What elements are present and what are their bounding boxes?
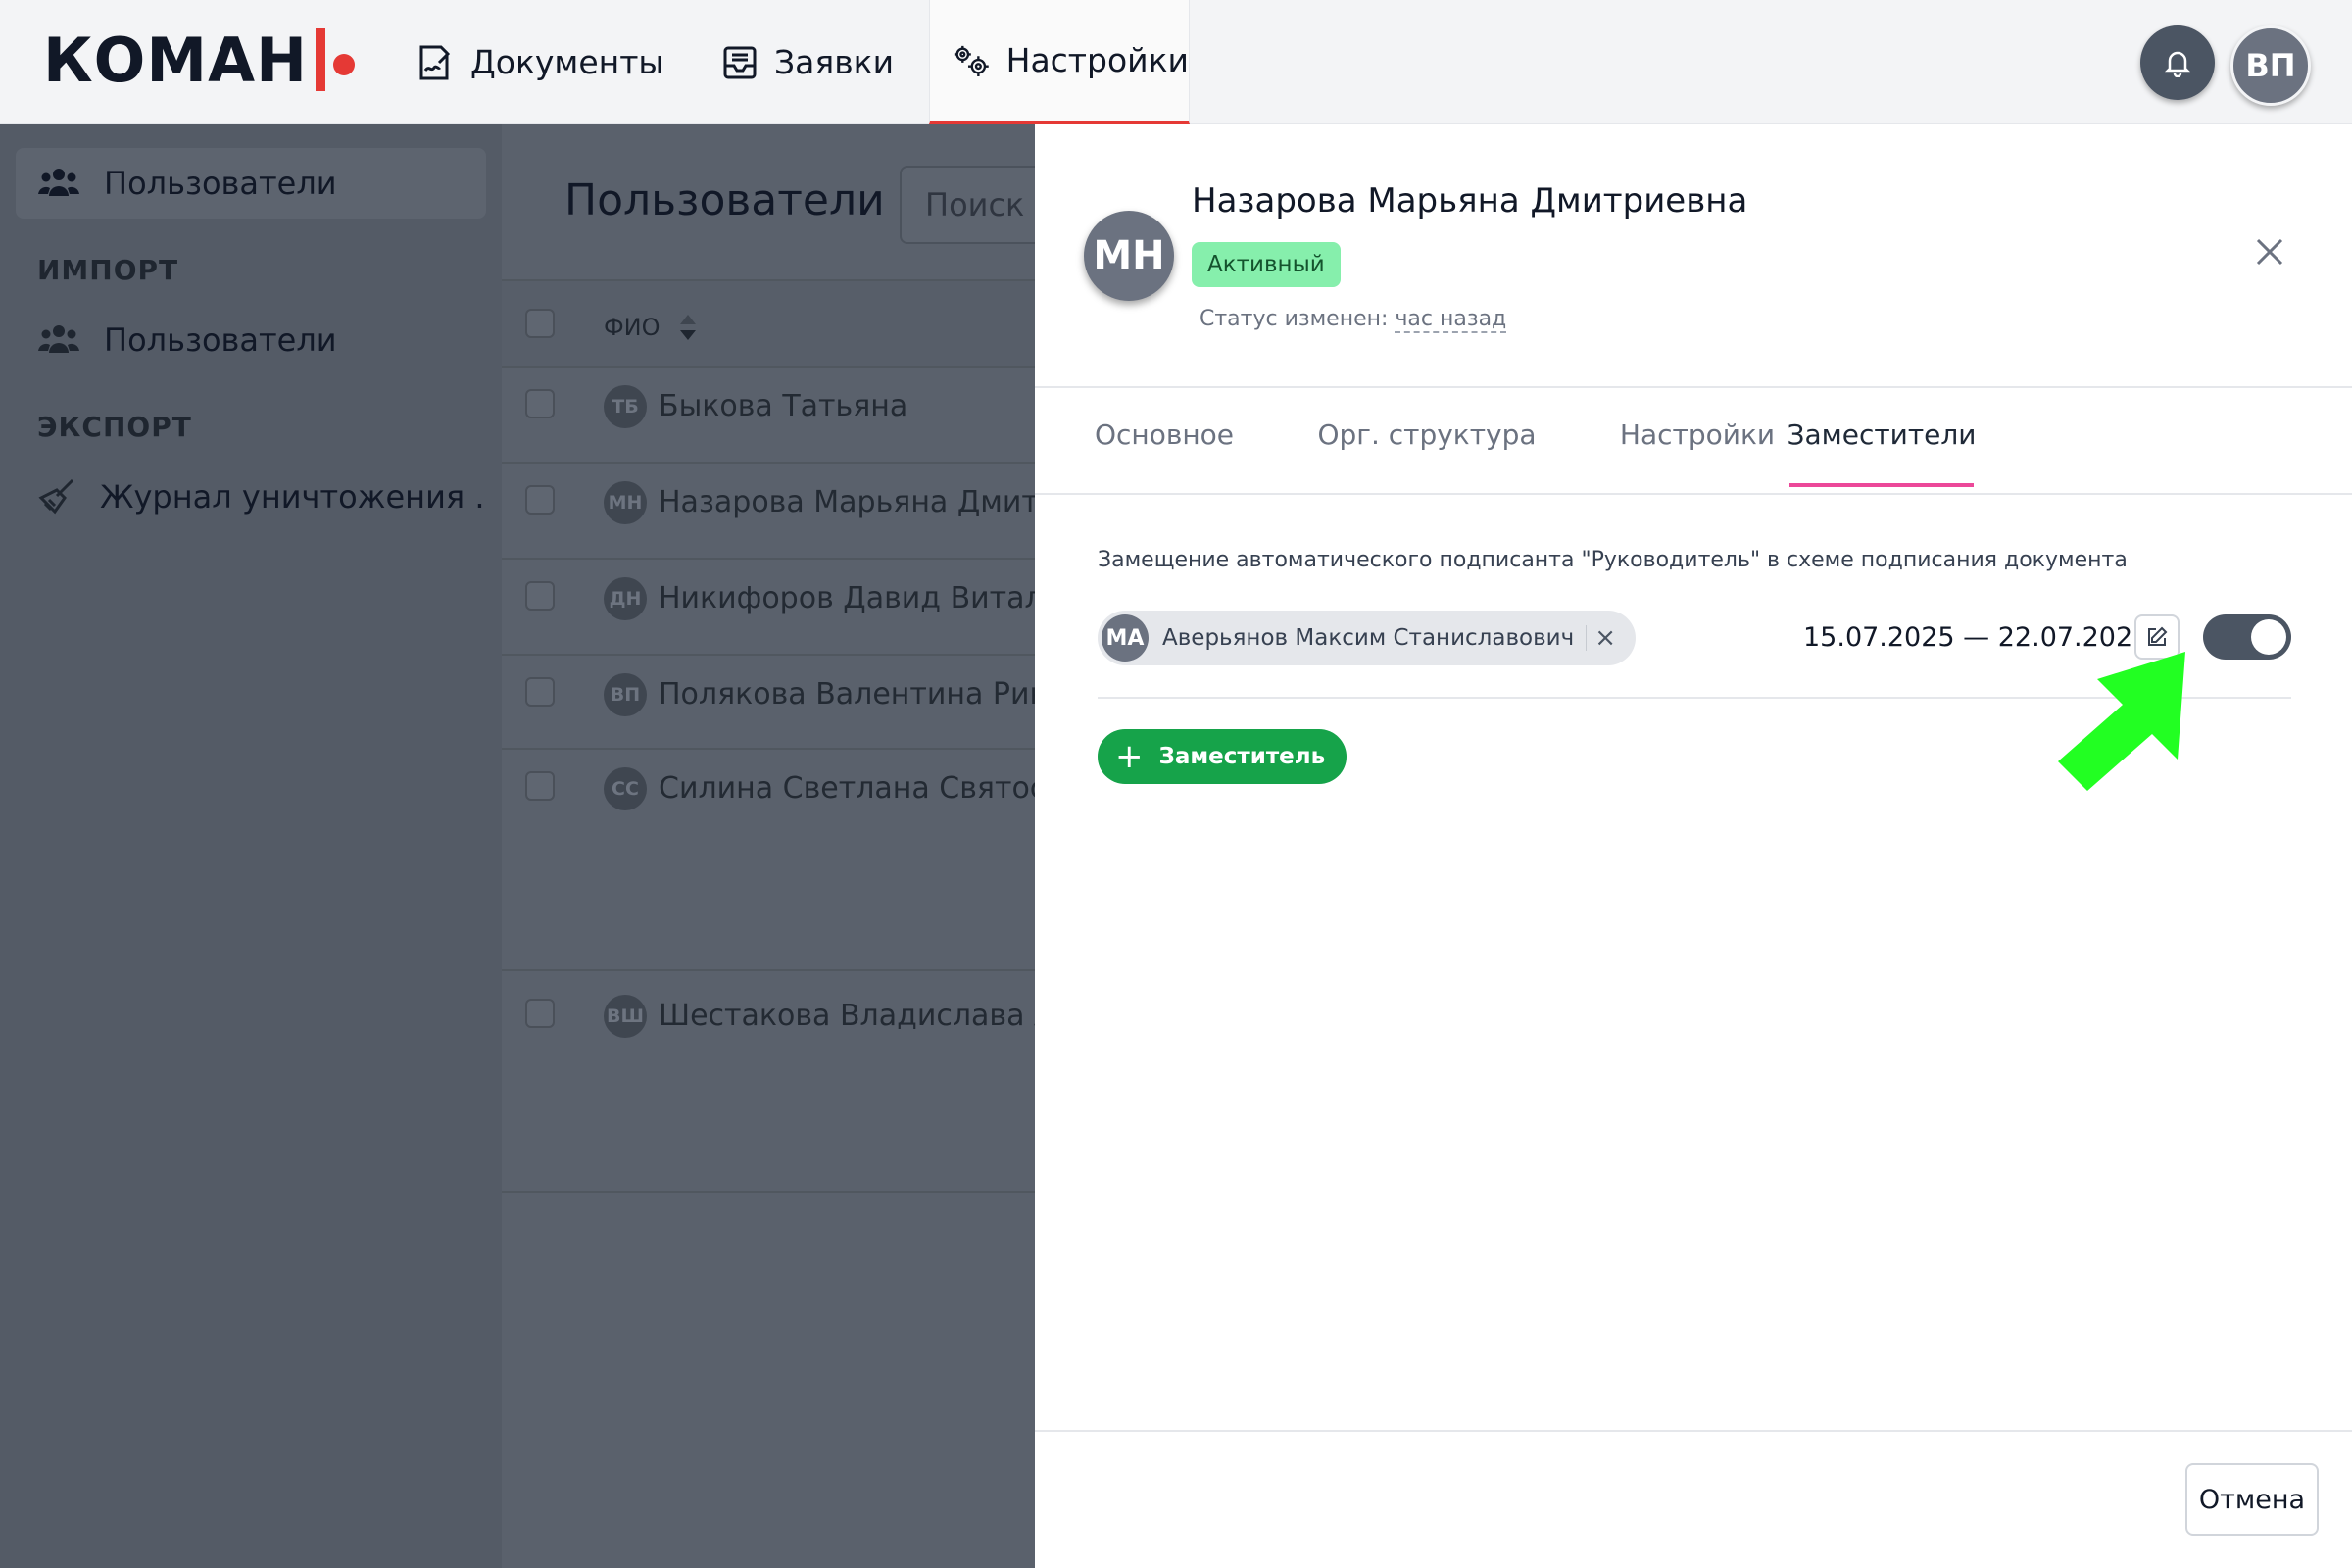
broom-icon bbox=[38, 478, 74, 514]
avatar: ДН bbox=[604, 577, 647, 620]
row-checkbox[interactable] bbox=[525, 771, 555, 801]
add-deputy-button[interactable]: + Заместитель bbox=[1098, 729, 1348, 784]
tab-org-structure[interactable]: Орг. структура bbox=[1309, 418, 1544, 487]
select-all-checkbox[interactable] bbox=[525, 309, 555, 338]
nav-documents-label: Документы bbox=[470, 43, 664, 81]
nav-requests[interactable]: Заявки bbox=[721, 0, 894, 124]
deputy-chip: МА Аверьянов Максим Станиславович × bbox=[1098, 611, 1636, 665]
sidebar-heading-import: ИМПОРТ bbox=[37, 254, 179, 286]
sidebar: Пользователи ИМПОРТ Пользователи ЭКСПОРТ… bbox=[0, 124, 502, 1568]
column-fio[interactable]: ФИО bbox=[604, 311, 700, 344]
avatar: СС bbox=[604, 767, 647, 810]
status-badge: Активный bbox=[1192, 242, 1341, 287]
pointer-arrow-icon bbox=[2058, 652, 2185, 791]
status-changed: Статус изменен: час назад bbox=[1200, 307, 1507, 333]
divider bbox=[1035, 493, 2352, 495]
status-changed-time[interactable]: час назад bbox=[1395, 307, 1507, 333]
deputy-enabled-toggle[interactable] bbox=[2203, 614, 2291, 660]
logo[interactable]: КОМАН bbox=[43, 22, 355, 100]
divider bbox=[1035, 1430, 2352, 1432]
toggle-knob bbox=[2251, 619, 2286, 655]
sidebar-heading-export: ЭКСПОРТ bbox=[37, 411, 192, 443]
notifications-button[interactable] bbox=[2140, 25, 2215, 100]
logo-dot bbox=[332, 54, 355, 75]
logo-bar bbox=[315, 28, 325, 91]
row-checkbox[interactable] bbox=[525, 389, 555, 418]
user-full-name: Назарова Марьяна Дмитриевна bbox=[1192, 181, 1748, 220]
bell-icon bbox=[2164, 51, 2191, 77]
deputy-name: Аверьянов Максим Станиславович bbox=[1162, 625, 1575, 651]
top-bar: КОМАН Документы Заявки Настройки ВП bbox=[0, 0, 2352, 124]
divider bbox=[1035, 386, 2352, 388]
add-deputy-label: Заместитель bbox=[1158, 744, 1326, 769]
page-title: Пользователи bbox=[564, 175, 885, 225]
gears-icon bbox=[954, 45, 989, 76]
row-checkbox[interactable] bbox=[525, 485, 555, 514]
inbox-icon bbox=[723, 46, 757, 78]
nav-settings[interactable]: Настройки bbox=[929, 0, 1190, 124]
sidebar-item-label: Пользователи bbox=[104, 321, 337, 359]
row-checkbox[interactable] bbox=[525, 999, 555, 1028]
search-placeholder: Поиск bbox=[925, 186, 1025, 223]
avatar: ВШ bbox=[604, 995, 647, 1038]
sidebar-item-import-users[interactable]: Пользователи bbox=[16, 305, 486, 375]
close-button[interactable] bbox=[2250, 232, 2289, 271]
tab-general[interactable]: Основное bbox=[1095, 418, 1234, 487]
avatar: ВП bbox=[604, 673, 647, 716]
plus-icon: + bbox=[1115, 737, 1144, 776]
avatar: МН bbox=[1084, 211, 1174, 301]
avatar: ТБ bbox=[604, 385, 647, 428]
close-icon bbox=[2256, 238, 2283, 266]
avatar: МА bbox=[1102, 614, 1149, 662]
nav-settings-label: Настройки bbox=[1005, 41, 1189, 79]
users-icon bbox=[38, 169, 79, 196]
tab-deputies[interactable]: Заместители bbox=[1788, 418, 1977, 487]
sidebar-item-label: Журнал уничтожения ... bbox=[100, 478, 486, 515]
nav-documents[interactable]: Документы bbox=[416, 0, 663, 124]
row-checkbox[interactable] bbox=[525, 581, 555, 611]
column-fio-label: ФИО bbox=[604, 314, 661, 341]
cancel-button[interactable]: Отмена bbox=[2185, 1463, 2319, 1536]
users-icon bbox=[38, 325, 79, 353]
nav-requests-label: Заявки bbox=[774, 43, 895, 81]
deputies-description: Замещение автоматического подписанта "Ру… bbox=[1098, 548, 2128, 572]
avatar: МН bbox=[604, 481, 647, 524]
tab-settings[interactable]: Настройки bbox=[1617, 418, 1778, 487]
status-changed-label: Статус изменен: bbox=[1200, 307, 1389, 331]
row-checkbox[interactable] bbox=[525, 677, 555, 707]
user-details-drawer: МН Назарова Марьяна Дмитриевна Активный … bbox=[1035, 124, 2352, 1568]
row-name: Быкова Татьяна bbox=[659, 389, 908, 423]
document-sign-icon bbox=[419, 45, 451, 79]
user-avatar-button[interactable]: ВП bbox=[2230, 25, 2311, 106]
sidebar-item-destruction-log[interactable]: Журнал уничтожения ... bbox=[16, 462, 486, 532]
remove-deputy-button[interactable]: × bbox=[1586, 625, 1616, 651]
sort-icon bbox=[679, 315, 696, 340]
sidebar-item-label: Пользователи bbox=[104, 165, 337, 202]
sidebar-item-users[interactable]: Пользователи bbox=[16, 148, 486, 219]
